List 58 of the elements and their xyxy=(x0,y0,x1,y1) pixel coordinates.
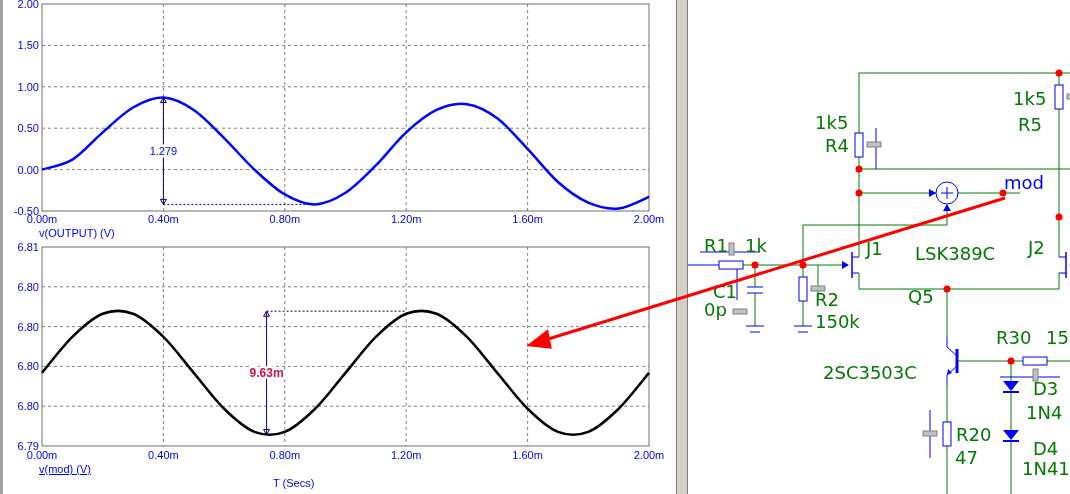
resistor-symbol xyxy=(922,421,952,447)
axis-tick-label: 2.00m xyxy=(633,213,665,225)
diode-symbol xyxy=(1002,381,1020,393)
diode-symbol xyxy=(1002,430,1020,442)
component-value: 0p xyxy=(704,299,727,320)
component-reference: R1 xyxy=(704,235,728,256)
component-reference: J2 xyxy=(1028,237,1045,258)
component-reference: D4 xyxy=(1033,438,1059,459)
axis-tick-label: 1.00 xyxy=(17,80,39,93)
axis-tick-label: 6.81 xyxy=(17,241,39,253)
component-value: 47 xyxy=(955,447,978,468)
axis-tick-label: 1.20m xyxy=(390,449,422,461)
component-reference: R4 xyxy=(825,135,849,156)
component-value: 1N4 xyxy=(1026,402,1063,423)
net-label: mod xyxy=(1004,172,1044,193)
component-reference: R20 xyxy=(956,424,992,445)
axis-tick-label: 2.00 xyxy=(17,0,39,10)
component-value: 2SC3503C xyxy=(823,362,917,383)
axis-tick-label: 6.79 xyxy=(17,440,39,452)
axis-tick-label: 6.80 xyxy=(17,360,39,373)
component-reference: D3 xyxy=(1033,378,1059,399)
axis-tick-label: 6.80 xyxy=(17,400,39,413)
axis-tick-label: 2.00m xyxy=(633,449,665,461)
resistor-symbol xyxy=(854,132,882,158)
axis-tick-label: 0.80m xyxy=(269,449,301,461)
axis-tick-label: 0.00m xyxy=(26,449,58,461)
component-reference: Q5 xyxy=(908,286,934,307)
axis-tick-label: 1.20m xyxy=(390,213,422,225)
axis-tick-label: 6.80 xyxy=(17,320,39,333)
axis-tick-label: 1.50 xyxy=(17,39,39,52)
component-value: 15 xyxy=(1046,327,1069,348)
component-value: 1N41 xyxy=(1022,458,1070,479)
resistor-symbol xyxy=(1022,356,1048,382)
capacitor-symbol xyxy=(746,286,764,294)
axis-tick-label: 0.40m xyxy=(148,449,179,461)
axis-tick-label: 6.80 xyxy=(17,280,39,293)
trace-legend[interactable]: v(OUTPUT) (V) xyxy=(39,226,115,240)
component-reference: R30 xyxy=(996,327,1032,348)
axis-tick-label: 1.60m xyxy=(512,213,543,225)
transistor-symbol xyxy=(946,336,959,386)
summing-junction-symbol xyxy=(929,181,959,211)
component-reference: R5 xyxy=(1018,114,1042,135)
axis-tick-label: 0.00 xyxy=(17,163,39,176)
jfet-symbol xyxy=(1058,251,1070,279)
axis-tick-label: 0.40m xyxy=(148,213,179,225)
axis-tick-label: 0.50 xyxy=(17,122,39,135)
component-value: LSK389C xyxy=(915,243,996,264)
component-reference: R2 xyxy=(815,289,839,310)
component-value: 1k5 xyxy=(1013,88,1047,109)
axis-tick-label: 0.80m xyxy=(269,213,301,225)
component-reference: J1 xyxy=(866,238,883,259)
component-value: 1k xyxy=(745,235,767,256)
jfet-symbol xyxy=(842,251,860,279)
component-value: 1k5 xyxy=(815,112,849,133)
component-value: 150k xyxy=(815,311,860,332)
axis-tick-label: 1.60m xyxy=(512,449,543,461)
axis-title: T (Secs) xyxy=(273,476,315,490)
trace-legend[interactable]: v(mod) (V) xyxy=(39,462,91,476)
